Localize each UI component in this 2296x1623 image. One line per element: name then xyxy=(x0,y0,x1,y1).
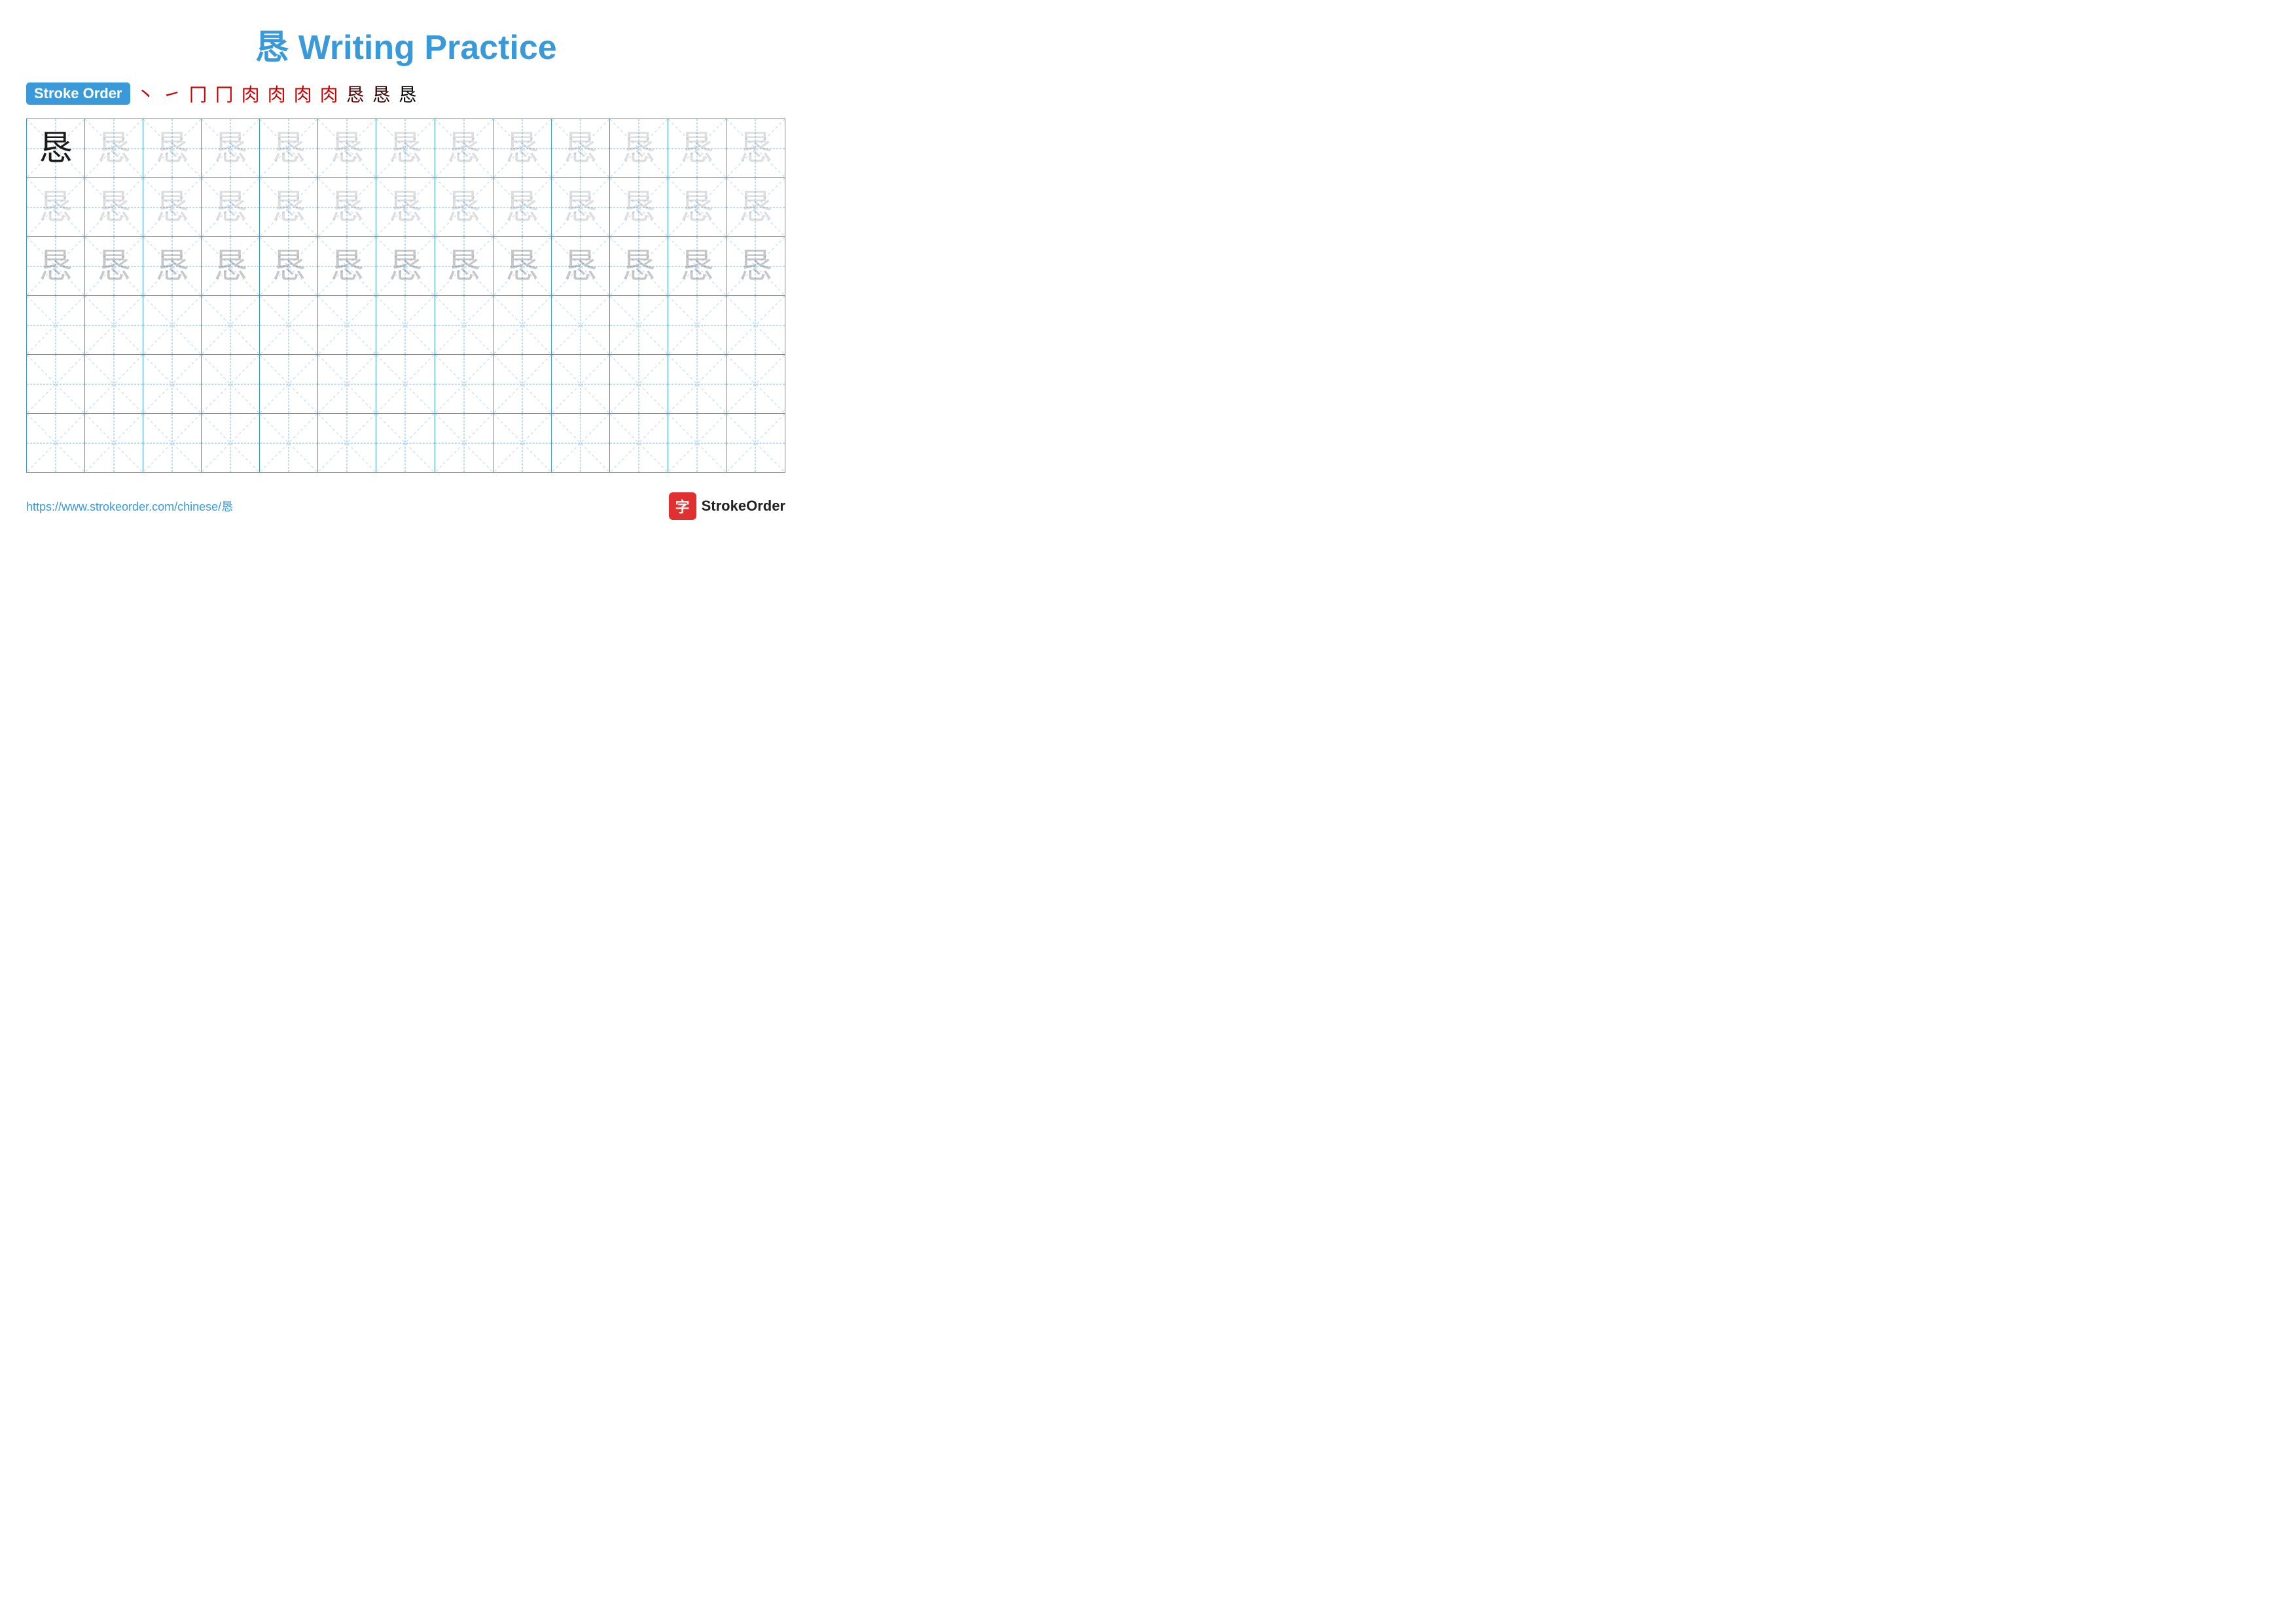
grid-cell[interactable]: 恳 xyxy=(435,178,493,236)
page-title: 恳 Writing Practice xyxy=(26,20,785,69)
grid-cell[interactable]: 恳 xyxy=(376,178,435,236)
grid-cell[interactable] xyxy=(27,414,85,472)
grid-cell[interactable]: 恳 xyxy=(260,178,318,236)
grid-cell[interactable] xyxy=(202,355,260,413)
grid-cell[interactable]: 恳 xyxy=(552,178,610,236)
grid-cell[interactable]: 恳 xyxy=(143,119,202,177)
grid-cell[interactable] xyxy=(668,355,726,413)
footer-url[interactable]: https://www.strokeorder.com/chinese/恳 xyxy=(26,498,233,515)
grid-cell[interactable] xyxy=(435,296,493,354)
grid-cell[interactable]: 恳 xyxy=(552,119,610,177)
grid-cell[interactable]: 恳 xyxy=(85,178,143,236)
grid-cell[interactable] xyxy=(726,414,785,472)
grid-cell[interactable]: 恳 xyxy=(27,178,85,236)
grid-cell[interactable] xyxy=(376,355,435,413)
grid-cell[interactable]: 恳 xyxy=(668,237,726,295)
grid-cell[interactable] xyxy=(260,414,318,472)
grid-cell[interactable]: 恳 xyxy=(610,237,668,295)
grid-cell[interactable]: 恳 xyxy=(260,119,318,177)
grid-cell[interactable] xyxy=(143,296,202,354)
grid-cell[interactable]: 恳 xyxy=(493,119,552,177)
grid-cell[interactable]: 恳 xyxy=(143,237,202,295)
grid-row: 恳 恳 恳 恳 恳 恳 恳 恳 恳 恳 恳 恳 恳 xyxy=(27,178,785,237)
grid-cell[interactable] xyxy=(85,355,143,413)
footer-logo: 字 StrokeOrder xyxy=(669,492,785,520)
grid-cell[interactable] xyxy=(27,296,85,354)
grid-cell[interactable] xyxy=(85,414,143,472)
stroke-sequence: 丶 ㇀ 冂 冂 肉 肉 肉 肉 恳 恳 恳 xyxy=(137,81,417,107)
grid-cell[interactable]: 恳 xyxy=(318,178,376,236)
main-title: 恳 Writing Practice xyxy=(26,20,785,69)
grid-cell[interactable] xyxy=(143,414,202,472)
logo-text: StrokeOrder xyxy=(702,498,785,515)
grid-cell[interactable]: 恳 xyxy=(202,178,260,236)
grid-cell[interactable]: 恳 xyxy=(85,119,143,177)
grid-cell[interactable] xyxy=(726,296,785,354)
grid-cell[interactable]: 恳 xyxy=(668,178,726,236)
grid-cell[interactable] xyxy=(143,355,202,413)
grid-cell[interactable] xyxy=(435,414,493,472)
grid-cell[interactable]: 恳 xyxy=(376,237,435,295)
grid-cell[interactable]: 恳 xyxy=(85,237,143,295)
grid-row xyxy=(27,355,785,414)
grid-cell[interactable] xyxy=(552,355,610,413)
grid-cell[interactable]: 恳 xyxy=(202,119,260,177)
grid-cell[interactable] xyxy=(726,355,785,413)
grid-row xyxy=(27,414,785,472)
grid-cell[interactable] xyxy=(435,355,493,413)
grid-cell[interactable]: 恳 xyxy=(610,119,668,177)
grid-cell[interactable] xyxy=(376,414,435,472)
grid-cell[interactable]: 恳 xyxy=(493,237,552,295)
grid-cell[interactable] xyxy=(85,296,143,354)
grid-cell[interactable]: 恳 xyxy=(726,237,785,295)
grid-cell[interactable] xyxy=(493,355,552,413)
grid-cell[interactable]: 恳 xyxy=(726,119,785,177)
grid-cell[interactable] xyxy=(202,414,260,472)
stroke-order-badge: Stroke Order xyxy=(26,82,130,105)
grid-cell[interactable]: 恳 xyxy=(318,119,376,177)
grid-cell[interactable] xyxy=(668,414,726,472)
grid-row xyxy=(27,296,785,355)
grid-cell[interactable] xyxy=(610,296,668,354)
grid-cell[interactable]: 恳 xyxy=(202,237,260,295)
grid-cell[interactable]: 恳 xyxy=(435,119,493,177)
grid-cell[interactable]: 恳 xyxy=(143,178,202,236)
grid-cell[interactable] xyxy=(668,296,726,354)
grid-cell[interactable] xyxy=(27,355,85,413)
grid-cell[interactable]: 恳 xyxy=(610,178,668,236)
grid-cell[interactable] xyxy=(260,296,318,354)
grid-cell[interactable] xyxy=(610,355,668,413)
grid-cell[interactable]: 恳 xyxy=(27,237,85,295)
grid-cell[interactable] xyxy=(552,414,610,472)
grid-cell[interactable] xyxy=(376,296,435,354)
grid-row: 恳 恳 恳 恳 恳 恳 恳 恳 恳 恳 恳 恳 恳 xyxy=(27,237,785,296)
footer: https://www.strokeorder.com/chinese/恳 字 … xyxy=(26,492,785,520)
stroke-order-row: Stroke Order 丶 ㇀ 冂 冂 肉 肉 肉 肉 恳 恳 恳 xyxy=(26,81,785,107)
grid-cell[interactable]: 恳 xyxy=(260,237,318,295)
grid-cell[interactable]: 恳 xyxy=(668,119,726,177)
grid-cell[interactable] xyxy=(202,296,260,354)
grid-cell[interactable]: 恳 xyxy=(318,237,376,295)
grid-cell[interactable] xyxy=(318,296,376,354)
grid-cell[interactable]: 恳 xyxy=(435,237,493,295)
grid-row: 恳 恳 恳 恳 恳 恳 恳 恳 xyxy=(27,119,785,178)
grid-cell[interactable]: 恳 xyxy=(726,178,785,236)
grid-cell[interactable] xyxy=(318,414,376,472)
grid-cell[interactable]: 恳 xyxy=(376,119,435,177)
grid-cell[interactable] xyxy=(610,414,668,472)
grid-cell[interactable] xyxy=(493,414,552,472)
grid-cell[interactable] xyxy=(318,355,376,413)
grid-cell[interactable]: 恳 xyxy=(27,119,85,177)
grid-cell[interactable] xyxy=(260,355,318,413)
grid-cell[interactable] xyxy=(552,296,610,354)
grid-cell[interactable]: 恳 xyxy=(493,178,552,236)
practice-grid: 恳 恳 恳 恳 恳 恳 恳 恳 xyxy=(26,119,785,473)
logo-icon: 字 xyxy=(669,492,696,520)
grid-cell[interactable] xyxy=(493,296,552,354)
grid-cell[interactable]: 恳 xyxy=(552,237,610,295)
